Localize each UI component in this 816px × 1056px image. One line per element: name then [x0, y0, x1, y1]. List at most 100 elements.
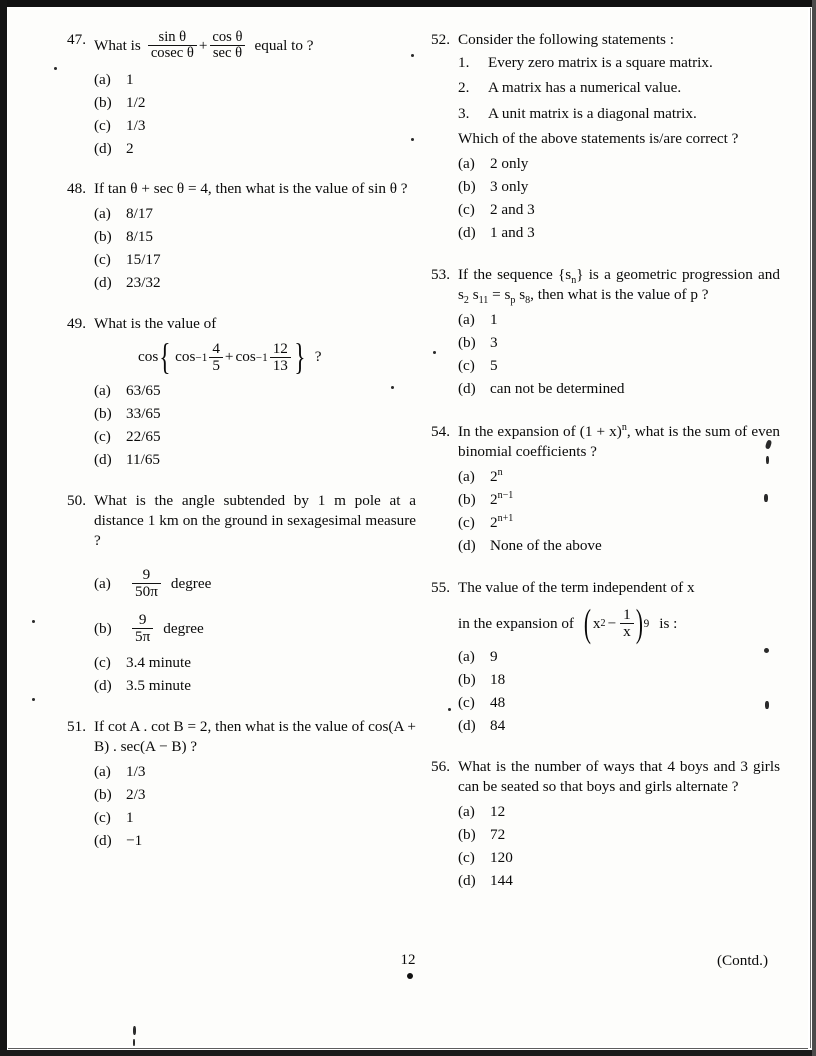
option-row[interactable]: (c) 3.4 minute — [94, 652, 416, 674]
question-text: In the expansion of (1 + x)n, what is th… — [458, 422, 780, 462]
question-text: What is the angle subtended by 1 m pole … — [94, 491, 416, 550]
option-value: 84 — [490, 716, 506, 734]
scan-speckle — [32, 698, 35, 701]
fraction-denominator: 13 — [269, 357, 291, 374]
options-list: (a) 8/17 (b) 8/15 (c) 15/17 (d) 23/32 — [94, 203, 416, 294]
option-row[interactable]: (a) 1 — [94, 69, 416, 91]
option-value: 23/32 — [126, 273, 161, 291]
scan-edge-top — [0, 0, 816, 7]
option-row[interactable]: (b) 3 only — [458, 176, 780, 198]
option-row[interactable]: (a) 8/17 — [94, 203, 416, 225]
option-row[interactable]: (d) 2 — [94, 138, 416, 160]
option-label: (d) — [94, 676, 112, 694]
question-number: 52. — [431, 31, 450, 48]
option-row[interactable]: (a) 9 — [458, 646, 780, 668]
question-53: 53. If the sequence {sn} is a geometric … — [428, 265, 780, 401]
option-label: (c) — [458, 357, 475, 375]
option-label: (b) — [94, 619, 112, 637]
scan-speckle — [411, 138, 414, 141]
option-row[interactable]: (a) 9 50π degree — [94, 562, 416, 606]
fraction-numerator: 4 — [212, 340, 220, 358]
option-row[interactable]: (a) 12 — [458, 802, 780, 824]
option-row[interactable]: (d) can not be determined — [458, 379, 780, 401]
option-row[interactable]: (a) 2 only — [458, 153, 780, 175]
option-value: 2n−1 — [490, 490, 780, 510]
option-row[interactable]: (c) 48 — [458, 692, 780, 714]
option-row[interactable]: (a) 1/3 — [94, 761, 416, 783]
math-expression-binomial: in the expansion of ( x2 − 1 x ) 9 is : — [458, 602, 678, 646]
math-suffix-text: is : — [659, 614, 678, 632]
close-paren: ) — [635, 602, 643, 646]
statement-text: A unit matrix is a diagonal matrix. — [488, 104, 697, 122]
open-paren: ( — [583, 602, 592, 646]
question-text-mid-a: s — [468, 286, 479, 304]
scan-speckle — [32, 620, 35, 623]
option-row[interactable]: (d) 1 and 3 — [458, 222, 780, 244]
option-row[interactable]: (c) 120 — [458, 848, 780, 870]
paper-surface: 47. What is sin θ cosec θ + cos θ sec θ — [8, 8, 808, 1046]
options-list: (a) 63/65 (b) 33/65 (c) 22/65 (d) 11/65 — [94, 380, 416, 471]
scan-edge-right — [812, 0, 816, 1056]
option-value: 2 and 3 — [490, 200, 535, 218]
option-value: 9 50π degree — [126, 567, 416, 600]
option-row[interactable]: (d) 3.5 minute — [94, 675, 416, 697]
question-text: If cot A . cot B = 2, then what is the v… — [94, 717, 416, 755]
option-row[interactable]: (b) 1/2 — [94, 92, 416, 114]
scan-speckle — [411, 54, 414, 57]
options-list: (a) 9 (b) 18 (c) 48 (d) 84 — [458, 646, 780, 737]
statement-row: 3. A unit matrix is a diagonal matrix. — [458, 104, 780, 124]
question-text: What is the value of — [94, 314, 217, 332]
option-value: 1/3 — [126, 116, 146, 134]
question-text: The value of the term independent of x — [458, 578, 695, 596]
option-label: (b) — [94, 404, 112, 422]
option-row[interactable]: (c) 2n+1 — [458, 512, 780, 534]
option-row[interactable]: (a) 63/65 — [94, 380, 416, 402]
option-row[interactable]: (c) 1/3 — [94, 115, 416, 137]
option-row[interactable]: (c) 2 and 3 — [458, 199, 780, 221]
option-row[interactable]: (a) 1 — [458, 310, 780, 332]
option-label: (d) — [458, 872, 476, 890]
option-label: (b) — [94, 785, 112, 803]
option-row[interactable]: (c) 22/65 — [94, 426, 416, 448]
option-row[interactable]: (b) 18 — [458, 669, 780, 691]
fraction-9-over-5pi: 9 5π — [132, 612, 154, 645]
question-56: 56. What is the number of ways that 4 bo… — [428, 757, 780, 893]
subscript-11: 11 — [478, 295, 489, 307]
option-value: 8/15 — [126, 227, 154, 245]
base-variable: x — [592, 614, 601, 632]
option-value: 1/2 — [126, 93, 146, 111]
option-row[interactable]: (d) 84 — [458, 715, 780, 737]
option-label: (c) — [94, 250, 111, 268]
option-value: 1/3 — [126, 762, 146, 780]
option-row[interactable]: (d) None of the above — [458, 535, 780, 557]
option-value: 63/65 — [126, 381, 161, 399]
option-row[interactable]: (a) 2n — [458, 466, 780, 488]
option-value: 12 — [490, 803, 506, 821]
option-row[interactable]: (d) 11/65 — [94, 449, 416, 471]
option-row[interactable]: (c) 5 — [458, 356, 780, 378]
option-label: (b) — [458, 177, 476, 195]
statement-text: Every zero matrix is a square matrix. — [488, 54, 713, 72]
option-row[interactable]: (c) 1 — [94, 807, 416, 829]
scan-speckle — [391, 386, 394, 389]
question-number: 51. — [67, 717, 86, 735]
question-text-part-a: In the expansion of (1 + x) — [458, 422, 622, 440]
option-row[interactable]: (b) 33/65 — [94, 403, 416, 425]
question-text: If tan θ + sec θ = 4, then what is the v… — [94, 179, 408, 197]
statement-number: 2. — [458, 79, 470, 97]
option-row[interactable]: (c) 15/17 — [94, 249, 416, 271]
option-row[interactable]: (b) 2/3 — [94, 784, 416, 806]
option-row[interactable]: (b) 3 — [458, 333, 780, 355]
inner-cos-2: cos — [235, 348, 256, 366]
option-row[interactable]: (d) −1 — [94, 830, 416, 852]
option-row[interactable]: (b) 8/15 — [94, 226, 416, 248]
continued-label: (Contd.) — [716, 952, 768, 969]
option-row[interactable]: (d) 23/32 — [94, 272, 416, 294]
option-row[interactable]: (b) 72 — [458, 825, 780, 847]
page-number-dot — [407, 973, 413, 979]
option-label: (d) — [458, 223, 476, 241]
option-row[interactable]: (d) 144 — [458, 871, 780, 893]
option-row[interactable]: (b) 9 5π degree — [94, 607, 416, 651]
option-label: (b) — [458, 670, 476, 688]
option-row[interactable]: (b) 2n−1 — [458, 489, 780, 511]
